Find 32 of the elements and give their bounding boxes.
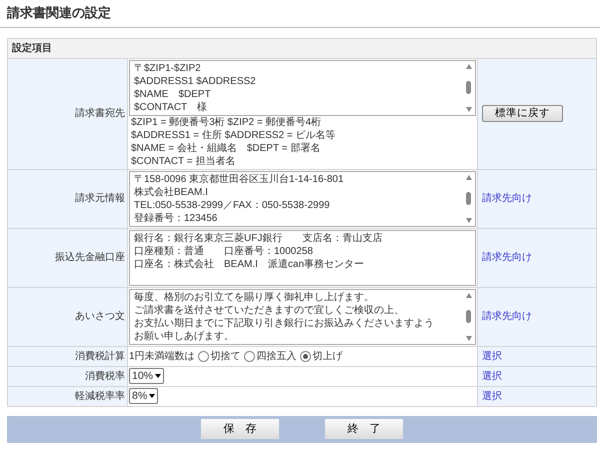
footer-button[interactable]: 終 了	[325, 419, 403, 439]
radio-option[interactable]: 四捨五入	[244, 348, 297, 364]
radio-prompt: 1円未満端数は	[129, 350, 195, 364]
select-dropdown[interactable]: 10%	[129, 368, 164, 384]
field-label: 請求書宛先	[75, 106, 125, 121]
text-area[interactable]: 〒158-0096 東京都世田谷区玉川台1-14-16-801 株式会社BEAM.I TEL:050-5538-2999／FAX：050-5538-2999 登録番号：123456	[129, 170, 476, 226]
radio-option[interactable]: 切上げ	[300, 348, 343, 364]
text-area[interactable]: 銀行名：銀行名東京三菱UFJ銀行 支店名：青山支店 口座種類：普通 口座番号：1000258 口座名：株式会社 BEAM.I 派遣can事務センター	[129, 230, 476, 286]
footer-button[interactable]: 保 存	[201, 419, 279, 439]
text-area[interactable]: 〒$ZIP1-$ZIP2 $ADDRESS1 $ADDRESS2 $NAME $DEPT $CONTACT 様	[129, 60, 476, 116]
link[interactable]: 選択	[482, 348, 502, 364]
help-text: $NAME = 会社・組織名 $DEPT = 部署名	[130, 142, 322, 154]
link[interactable]: 選択	[482, 368, 502, 384]
field-label: 消費税計算	[75, 350, 125, 364]
help-text: $ADDRESS1 = 住所 $ADDRESS2 = ビル名等	[130, 128, 337, 142]
radio-option[interactable]: 切捨て	[198, 348, 241, 364]
text-area[interactable]: 毎度、格別のお引立てを賜り厚く御礼申し上げます。 ご請求書を送付させていただきますので宜しくご検収の上、 お支払い期日までに下記取り引き銀行にお振込みくださいますよう お願い申しあげます。	[129, 288, 476, 344]
field-label: 振込先金融口座	[55, 250, 125, 265]
help-text: $ZIP1 = 郵便番号3桁 $ZIP2 = 郵便番号4桁	[130, 116, 322, 128]
field-label: 消費税率	[85, 370, 125, 384]
link[interactable]: 選択	[482, 388, 502, 404]
help-text: $CONTACT = 担当者名	[130, 154, 236, 168]
page-title: 請求書関連の設定	[0, 0, 600, 28]
field-label: 請求元情報	[75, 192, 125, 206]
reset-button[interactable]: 標準に戻す	[482, 104, 563, 122]
link[interactable]: 請求先向け	[482, 250, 532, 265]
field-label: 軽減税率率	[75, 390, 125, 404]
link[interactable]: 請求先向け	[482, 191, 532, 206]
select-dropdown[interactable]: 8%	[129, 388, 158, 404]
field-label: あいさつ文	[75, 310, 125, 324]
link[interactable]: 請求先向け	[482, 309, 532, 324]
table-header: 設定項目	[8, 38, 596, 58]
